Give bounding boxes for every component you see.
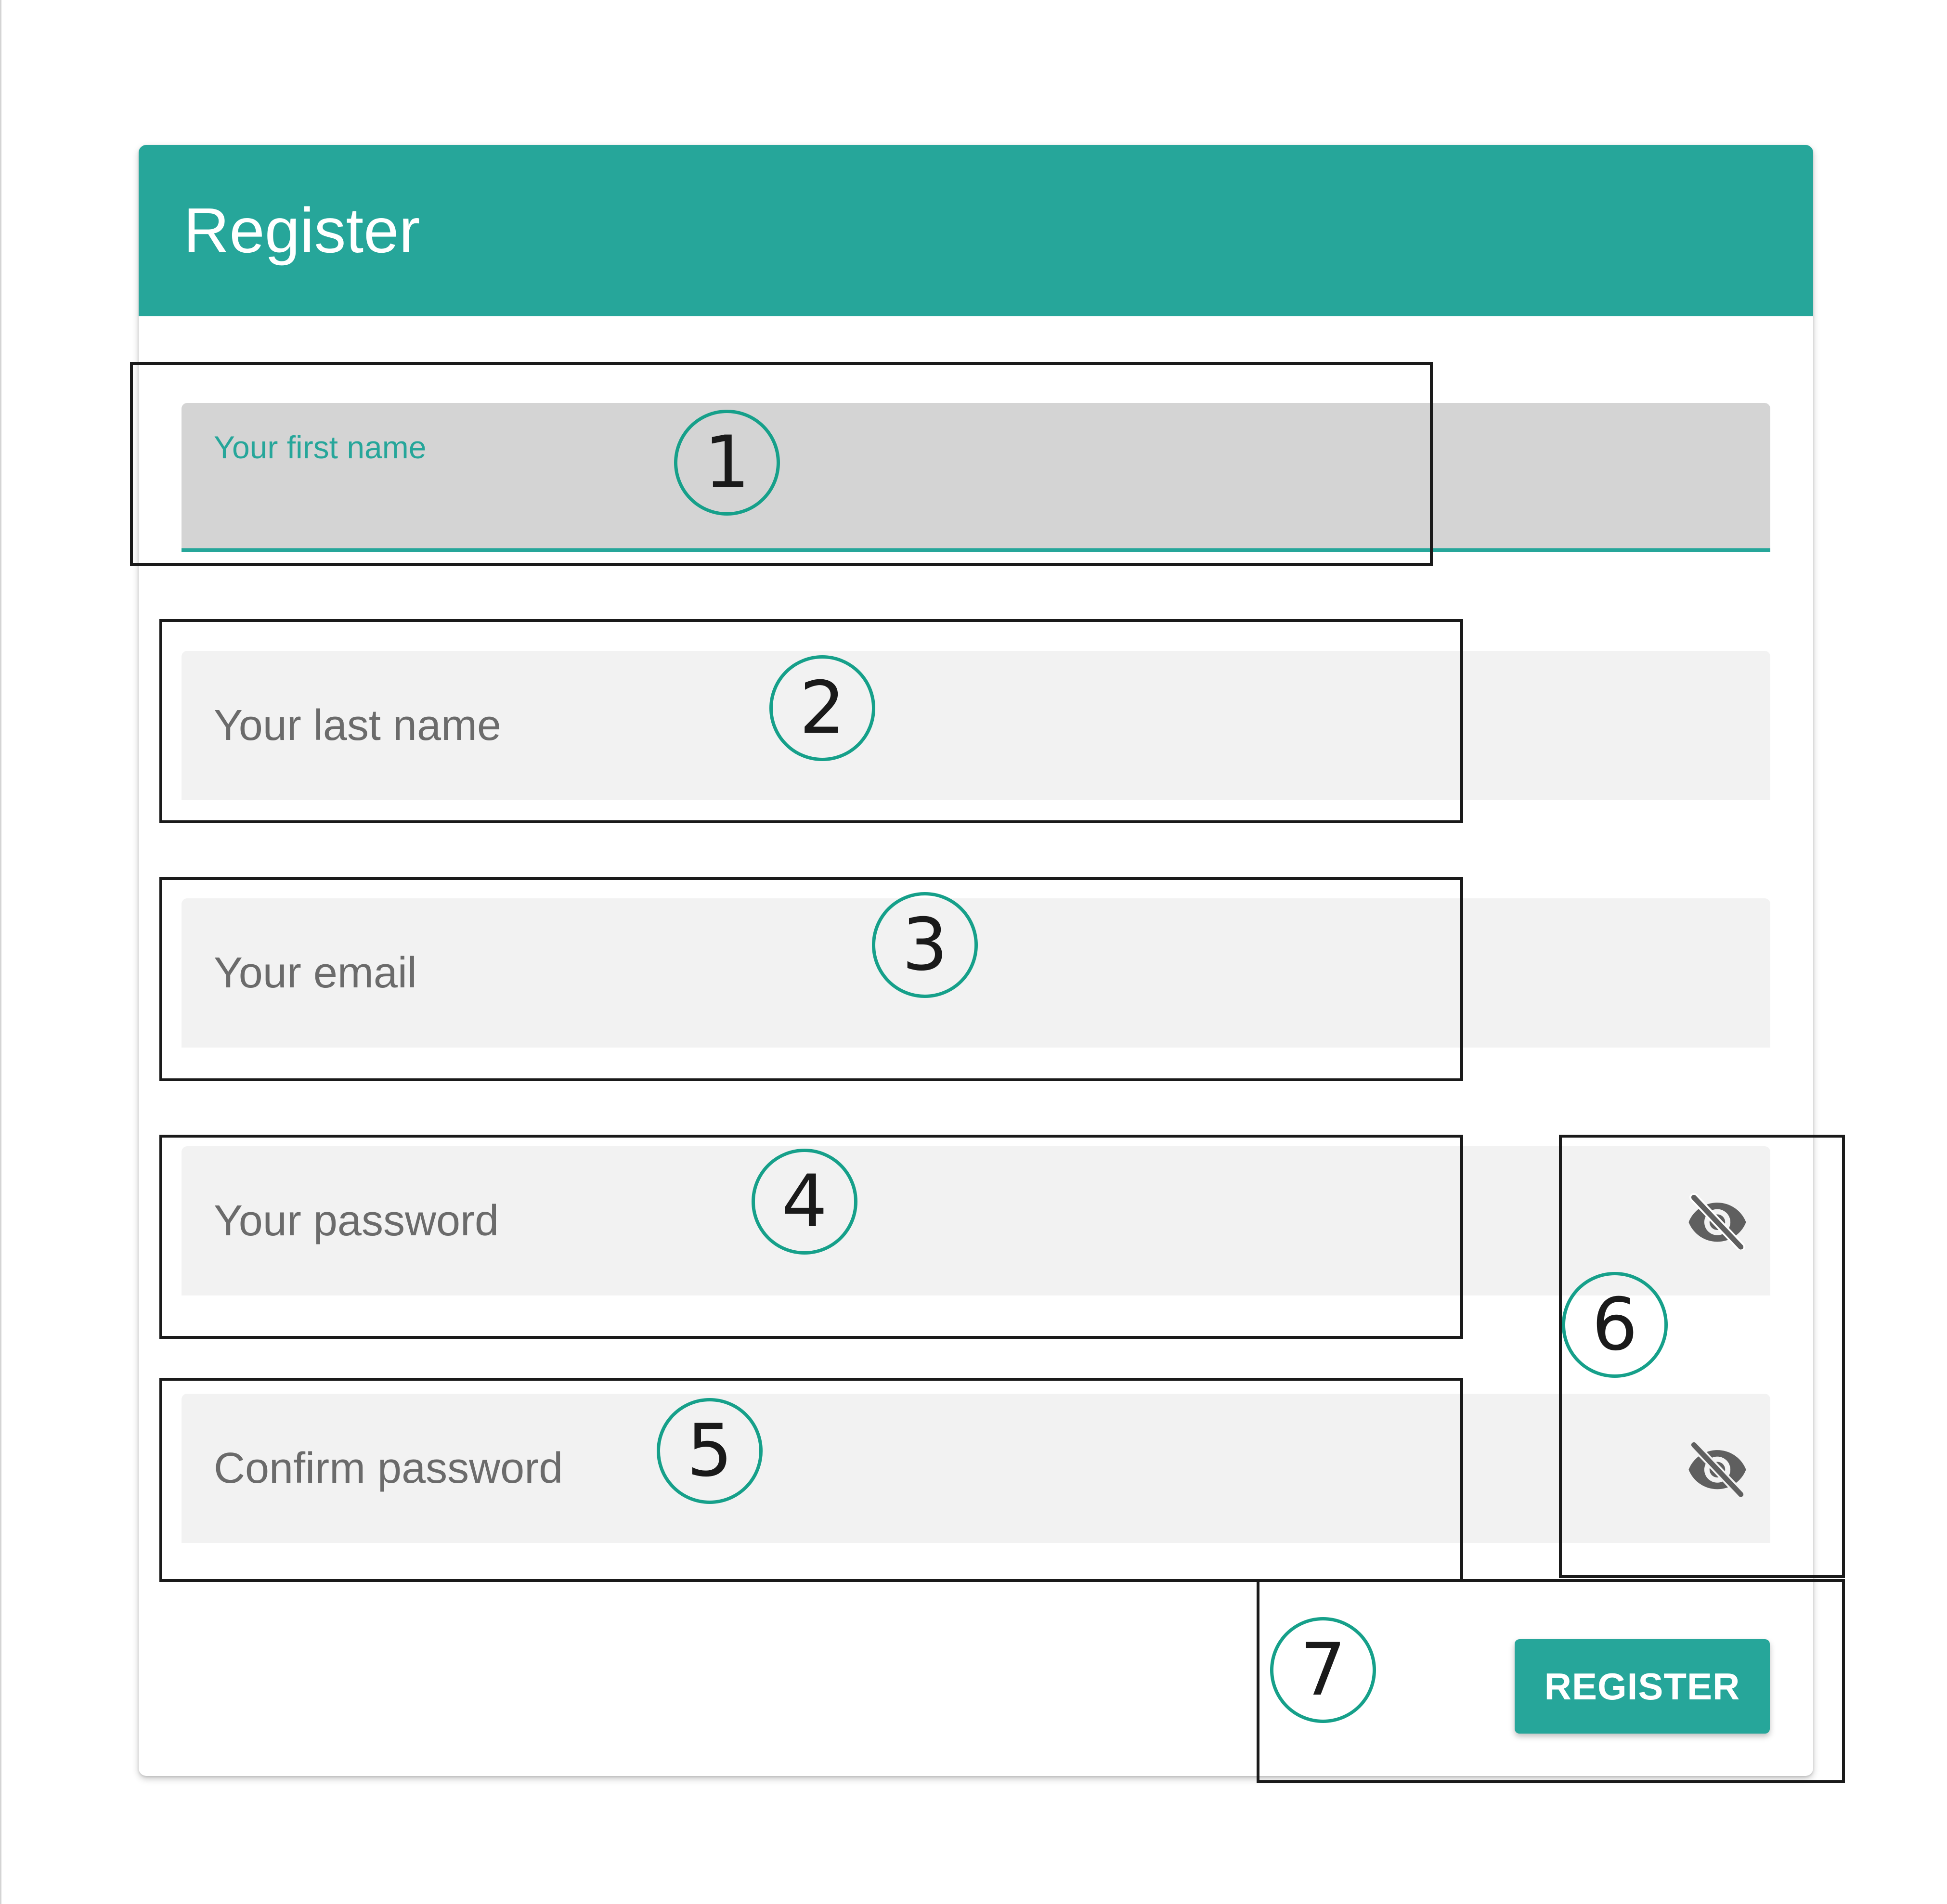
annotation-marker-6: 6 — [1562, 1272, 1668, 1378]
annotation-marker-1: 1 — [674, 410, 780, 516]
annotation-marker-2: 2 — [769, 655, 875, 761]
annotation-box-1 — [130, 362, 1433, 566]
annotation-marker-3: 3 — [872, 892, 978, 998]
annotation-marker-5: 5 — [657, 1398, 763, 1504]
annotation-marker-4: 4 — [752, 1149, 857, 1255]
card-title: Register — [183, 195, 420, 266]
page: Register Your first name Your last name … — [0, 0, 1947, 1904]
annotation-box-3 — [159, 877, 1463, 1081]
annotation-marker-7: 7 — [1270, 1617, 1376, 1723]
annotation-box-5 — [159, 1378, 1463, 1582]
